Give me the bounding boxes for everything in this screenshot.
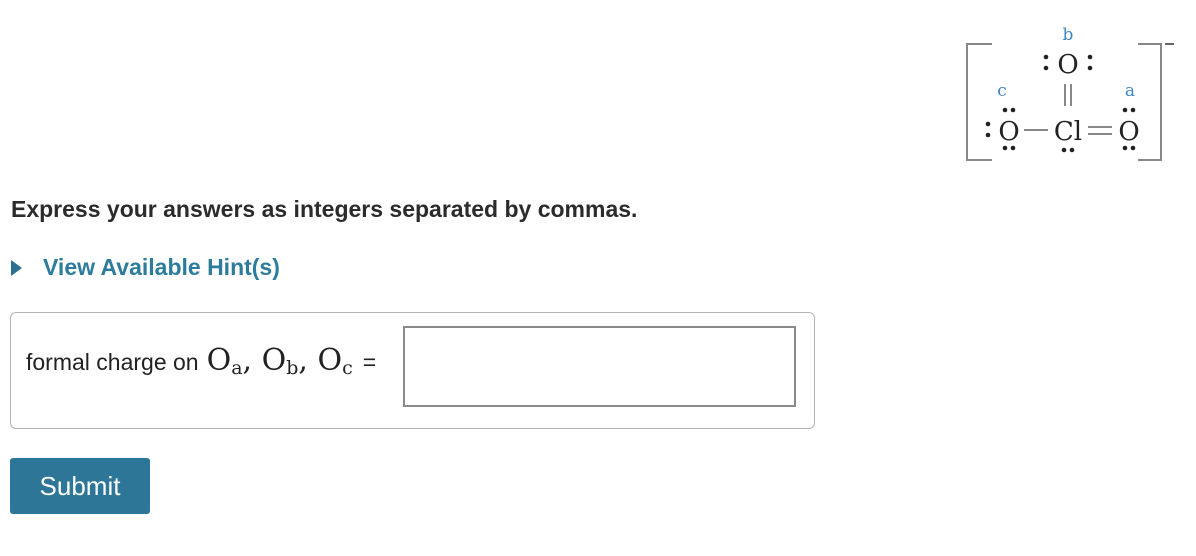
lewis-structure-svg: b c a O O Cl O <box>966 25 1174 161</box>
symbol-o-c: Oc <box>317 343 353 379</box>
lone-pair-dot <box>1061 147 1067 153</box>
lewis-structure-figure: b c a O O Cl O <box>960 18 1186 168</box>
submit-button[interactable]: Submit <box>10 458 150 514</box>
lone-pair-dot <box>1130 145 1136 151</box>
caret-right-icon[interactable] <box>11 259 22 276</box>
equals-sign: = <box>362 349 377 375</box>
symbol-o-b: Ob <box>261 343 299 379</box>
atom-cl: Cl <box>1054 117 1082 147</box>
atom-o-c: O <box>998 117 1019 147</box>
right-bracket <box>1138 43 1162 161</box>
answer-label: formal charge on Oa, Ob, Oc = <box>26 343 376 379</box>
lone-pair-dot <box>1010 145 1016 151</box>
lone-pair-dot <box>1069 147 1075 153</box>
lone-pair-dot <box>1002 145 1008 151</box>
left-bracket <box>966 43 992 161</box>
lone-pair-dot <box>1043 65 1049 71</box>
instructions-text: Express your answers as integers separat… <box>11 196 638 222</box>
lone-pair-dot <box>1010 107 1016 113</box>
lone-pair-dot <box>1130 107 1136 113</box>
lone-pair-dot <box>1122 107 1128 113</box>
math-expression: Oa, Ob, Oc <box>206 343 353 379</box>
answer-box: formal charge on Oa, Ob, Oc = <box>10 312 815 429</box>
atom-o-b: O <box>1057 50 1078 80</box>
answer-input[interactable] <box>403 326 796 407</box>
view-hints-link[interactable]: View Available Hint(s) <box>43 254 280 281</box>
lone-pair-dot <box>1122 145 1128 151</box>
label-b: b <box>1063 25 1074 45</box>
lone-pair-dot <box>985 132 991 138</box>
lone-pair-dot <box>1002 107 1008 113</box>
symbol-o-a: Oa <box>206 343 243 379</box>
atom-o-a: O <box>1118 117 1139 147</box>
lone-pair-dot <box>1087 54 1093 60</box>
lone-pair-dot <box>1043 54 1049 60</box>
lone-pair-dot <box>985 121 991 127</box>
view-hints-toggle[interactable]: View Available Hint(s) <box>11 254 280 281</box>
answer-prefix: formal charge on <box>26 349 199 375</box>
label-c: c <box>997 81 1007 101</box>
label-a: a <box>1125 81 1135 101</box>
lone-pair-dot <box>1087 65 1093 71</box>
